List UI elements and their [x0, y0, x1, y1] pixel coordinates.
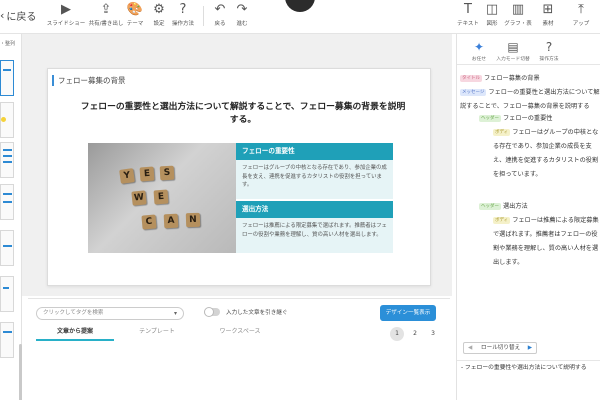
thumb-line — [3, 287, 9, 289]
page-1[interactable]: 1 — [390, 327, 404, 341]
outline-item-header[interactable]: ヘッダー フェローの重要性 — [479, 114, 553, 123]
thumb-line — [3, 155, 12, 157]
slide-thumbnail[interactable] — [0, 142, 14, 178]
thumb-dot — [1, 117, 6, 122]
material-icon: ⊞ — [542, 2, 554, 17]
outline-item-body[interactable]: ボディ フェローはグループの中核となる存在であり、参加企業の成長を支え、連携を促進… — [493, 126, 600, 182]
toggle-knob — [204, 307, 214, 317]
carry-over-toggle[interactable] — [204, 307, 220, 317]
suggestion-panel: クリックしてタグを検索 ▾ 入力した文章を引き継ぐ デザイン一覧表示 文章から提… — [28, 298, 450, 400]
letter-tile: W — [131, 190, 147, 206]
suggestion-tabs: 文章から提案 テンプレート ワークスペース — [36, 327, 336, 341]
tab-template[interactable]: テンプレート — [122, 327, 192, 341]
page-2[interactable]: 2 — [408, 327, 422, 341]
outline-text: 選出方法 — [503, 203, 528, 210]
chevron-left-icon[interactable]: ◀ — [468, 343, 472, 353]
slide-thumbnail[interactable] — [0, 102, 14, 138]
body-tag: ボディ — [493, 129, 511, 136]
redo-button[interactable]: ↷ 進む — [227, 2, 257, 27]
slide-thumbnail[interactable] — [0, 276, 14, 312]
letter-tile: E — [153, 189, 169, 205]
body-tag: ボディ — [493, 217, 511, 224]
back-button[interactable]: ‹ に戻る — [0, 8, 36, 23]
outline-text: フェローの重要性 — [503, 115, 553, 122]
help-icon: ? — [179, 2, 187, 17]
message-tag: メッセージ — [460, 89, 487, 96]
letter-tile: S — [159, 165, 175, 181]
slide-canvas[interactable]: フェロー募集の背景 フェローの重要性と選出方法について解説することで、フェロー募… — [47, 68, 431, 286]
chart-table-button[interactable]: ▥ グラフ・表 — [503, 2, 533, 27]
slide-title[interactable]: フェロー募集の背景 — [52, 75, 126, 86]
thumb-line — [3, 69, 11, 71]
header-tag: ヘッダー — [479, 203, 501, 210]
slideshow-button[interactable]: ▶ スライドショー — [46, 2, 86, 27]
thumb-line — [3, 193, 12, 195]
tab-workspace[interactable]: ワークスペース — [200, 327, 280, 341]
outline-item-header[interactable]: ヘッダー 選出方法 — [479, 202, 528, 211]
card-importance-header[interactable]: フェローの重要性 — [236, 143, 393, 160]
outline-text: フェロー募集の背景 — [484, 75, 540, 82]
outline-item-body[interactable]: ボディ フェローは推薦による限定募集で選ばれます。推薦者はフェローの役割や業務を理… — [493, 214, 600, 270]
role-switch-control[interactable]: ◀ ロール切り替え ▶ — [463, 342, 537, 354]
letter-tile: A — [163, 213, 179, 229]
help-button[interactable]: ? 操作方法 — [527, 40, 571, 62]
tag-search-select[interactable]: クリックしてタグを検索 ▾ — [36, 307, 184, 320]
title-tag: タイトル — [460, 75, 482, 82]
panel-divider — [457, 360, 600, 361]
outline-text: フェローはグループの中核となる存在であり、参加企業の成長を支え、連携を促進するカ… — [493, 129, 599, 178]
outline-input[interactable]: - フェローの重要性や選出方法について説明する — [461, 362, 587, 371]
card-selection-body[interactable]: フェローは推薦による限定募集で選ばれます。推薦者はフェローの役割や業務を理解し、… — [236, 218, 393, 253]
material-button[interactable]: ⊞ 素材 — [533, 2, 563, 27]
upload-icon: ⤒ — [578, 2, 584, 17]
slide-thumbnail-panel: ・整列 — [0, 34, 22, 400]
thumb-line — [3, 161, 12, 163]
slide-thumbnail[interactable] — [0, 322, 14, 358]
slide-thumbnail[interactable] — [0, 230, 14, 266]
slide-thumbnail[interactable] — [0, 60, 14, 96]
slide-heading[interactable]: フェローの重要性と選出方法について解説することで、フェロー募集の背景を説明する。 — [78, 101, 408, 127]
card-selection-header[interactable]: 選出方法 — [236, 201, 393, 218]
letter-tile: N — [185, 212, 201, 228]
thumbnail-scrollbar[interactable] — [19, 344, 22, 400]
help-button[interactable]: ? 操作方法 — [168, 2, 198, 27]
tag-search-placeholder: クリックしてタグを検索 — [43, 310, 104, 316]
thumb-line — [3, 245, 12, 247]
outline-panel: ✦ お任せ ▤ 入力モード切替 ? 操作方法 タイトル フェロー募集の背景 メッセ… — [456, 34, 600, 400]
design-list-button[interactable]: デザイン一覧表示 — [380, 305, 436, 321]
chevron-left-icon: ‹ — [0, 9, 5, 22]
letter-tile: C — [141, 214, 157, 230]
outline-text: フェローは推薦による限定募集で選ばれます。推薦者はフェローの役割や業務を理解し、… — [493, 217, 599, 266]
scrabble-photo[interactable]: Y E S W E C A N — [88, 143, 236, 253]
page-3[interactable]: 3 — [426, 327, 440, 341]
upload-button[interactable]: ⤒ アップ — [566, 2, 596, 27]
thumb-line — [3, 201, 12, 203]
outline-item-message[interactable]: メッセージ フェローの重要性と選出方法について解説することで、フェロー募集の背景を… — [460, 86, 600, 114]
outline-item-title[interactable]: タイトル フェロー募集の背景 — [460, 74, 540, 83]
role-switch-label: ロール切り替え — [481, 345, 521, 351]
center-menu-button[interactable] — [285, 0, 315, 12]
slide-thumbnail[interactable] — [0, 184, 14, 220]
tab-text-suggestion[interactable]: 文章から提案 — [36, 327, 114, 341]
thumb-line — [3, 149, 12, 151]
chart-icon: ▥ — [511, 2, 525, 17]
thumb-line — [3, 331, 12, 333]
chevron-right-icon[interactable]: ▶ — [528, 343, 532, 353]
play-icon: ▶ — [61, 2, 71, 17]
redo-icon: ↷ — [236, 2, 248, 17]
card-importance-body[interactable]: フェローはグループの中核となる存在であり、参加企業の成長を支え、連携を促進するカ… — [236, 160, 393, 199]
letter-tile: E — [139, 166, 155, 182]
toolbar-divider — [203, 6, 204, 26]
top-toolbar: ‹ に戻る ▶ スライドショー ⇪ 共有/書き出し 🎨 テーマ ⚙ 設定 ? 操… — [0, 0, 600, 34]
align-section-label: ・整列 — [0, 41, 16, 47]
carry-over-label: 入力した文章を引き継ぐ — [226, 310, 288, 316]
back-label: に戻る — [6, 12, 37, 23]
help-icon: ? — [545, 40, 553, 54]
panel-divider — [457, 64, 600, 65]
letter-tile: Y — [119, 168, 135, 184]
header-tag: ヘッダー — [479, 115, 501, 122]
chevron-down-icon: ▾ — [173, 310, 177, 317]
